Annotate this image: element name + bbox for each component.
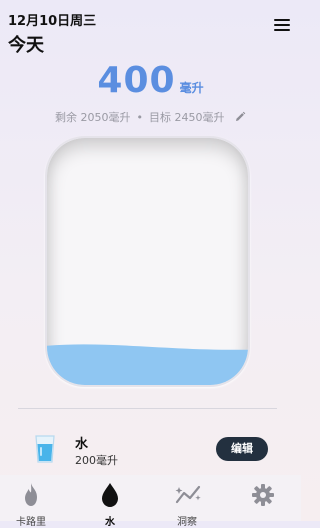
water-glass-icon	[34, 434, 56, 464]
flame-icon	[25, 483, 37, 506]
gear-icon	[252, 484, 274, 506]
water-drop-icon	[102, 483, 118, 507]
water-level	[47, 344, 248, 385]
remaining-text: 剩余 2050毫升	[55, 111, 131, 124]
water-cup	[45, 136, 250, 387]
header-date: 12月10日周三	[8, 14, 97, 29]
insights-icon	[175, 485, 201, 504]
target-text: 目标 2450毫升	[149, 111, 225, 124]
menu-icon[interactable]	[274, 19, 290, 33]
nav-item-calories[interactable]: 卡路里	[6, 475, 56, 528]
drink-amount: 200毫升	[75, 454, 118, 467]
edit-button[interactable]: 编辑	[216, 437, 268, 461]
page-title: 今天	[8, 35, 44, 56]
intake-unit: 毫升	[179, 81, 204, 95]
drink-entry: 水 200毫升 编辑	[0, 430, 301, 470]
separator-dot: •	[136, 111, 144, 124]
nav-item-insights[interactable]: 洞察	[162, 475, 212, 528]
drink-name: 水	[75, 437, 89, 452]
nav-item-settings[interactable]	[238, 475, 288, 521]
intake-summary: 剩余 2050毫升 • 目标 2450毫升	[0, 109, 301, 125]
intake-amount: 400 毫升	[0, 60, 301, 101]
bottom-nav: 卡路里 水 洞察	[0, 475, 301, 528]
intake-value: 400	[97, 60, 176, 101]
pencil-icon[interactable]	[234, 111, 246, 123]
nav-item-water[interactable]: 水	[85, 475, 135, 528]
divider	[18, 408, 277, 409]
